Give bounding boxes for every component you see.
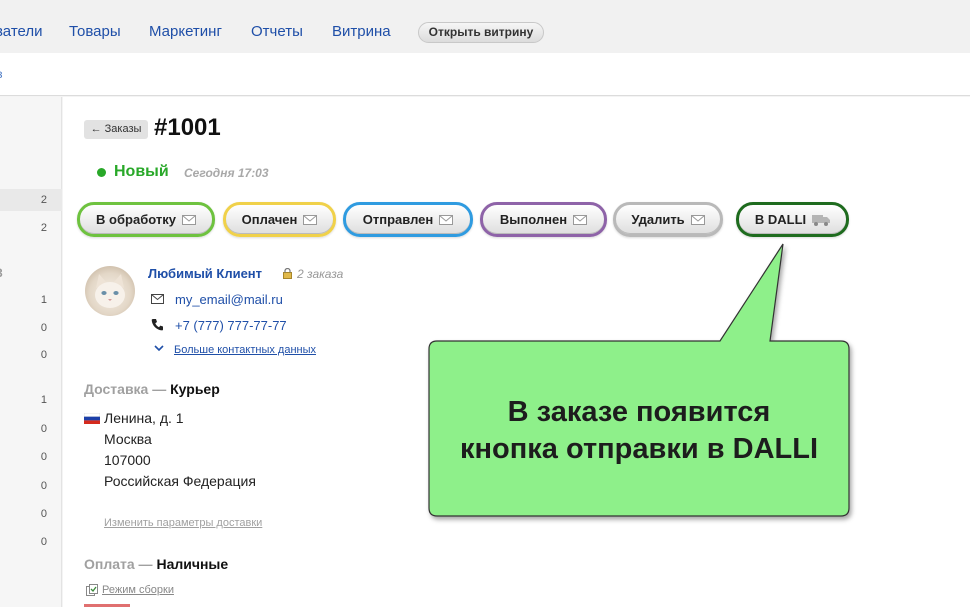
callout-bubble bbox=[428, 243, 850, 517]
callout-text: В заказе появится кнопка отправки в DALL… bbox=[430, 394, 848, 468]
callout-line: кнопка отправки в DALLI bbox=[460, 433, 818, 465]
callout-line: В заказе появится bbox=[507, 396, 771, 428]
